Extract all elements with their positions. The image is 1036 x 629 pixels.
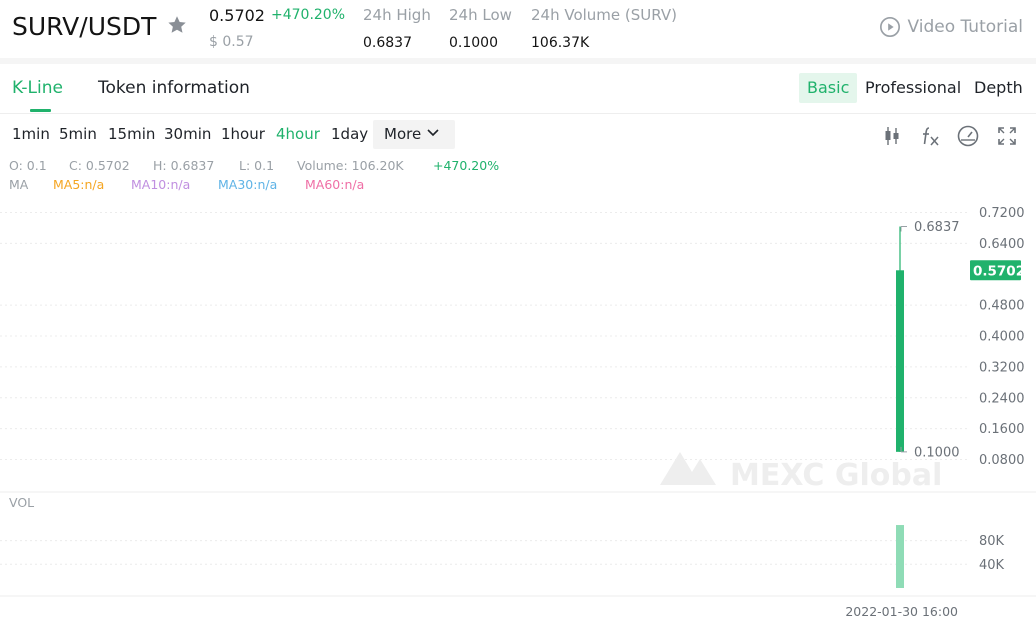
price-tick-label: 0.6400 (979, 237, 1025, 252)
interval-5min[interactable]: 5min (59, 125, 97, 143)
stat-value-volume: 106.37K (531, 35, 590, 51)
view-professional-button[interactable]: Professional (857, 73, 969, 103)
time-axis-label: 2022-01-30 16:00 (845, 604, 958, 619)
price-tick-label: 0.4000 (979, 330, 1025, 345)
watermark-text: MEXC Global (730, 458, 942, 493)
star-icon[interactable] (166, 14, 188, 36)
price-axis: 0.7200 0.6400 0.4800 0.4000 0.3200 0.2400 0.16… (979, 206, 1025, 468)
mexc-logo-icon (660, 452, 716, 485)
price-change: +470.20% (271, 7, 346, 23)
last-price: 0.5702 (209, 6, 265, 25)
stat-label-high: 24h High (363, 6, 431, 24)
ticker-header: SURV/USDT 0.5702 +470.20% $ 0.57 24h Hig… (0, 0, 1036, 58)
stat-label-volume: 24h Volume (SURV) (531, 6, 677, 24)
view-depth-button[interactable]: Depth (966, 73, 1031, 103)
tab-kline[interactable]: K-Line (12, 78, 63, 98)
volume-axis: 80K 40K (979, 534, 1005, 573)
interval-4hour[interactable]: 4hour (276, 125, 320, 143)
fullscreen-icon[interactable] (995, 124, 1019, 148)
view-basic-button[interactable]: Basic (799, 73, 858, 103)
low-marker-label: 0.1000 (914, 445, 960, 460)
interval-30min[interactable]: 30min (164, 125, 211, 143)
candlestick-icon[interactable] (880, 124, 904, 148)
video-tutorial-button[interactable]: Video Tutorial (879, 16, 1023, 38)
price-tick-label: 0.2400 (979, 391, 1025, 406)
stat-value-high: 0.6837 (363, 35, 412, 51)
price-tick-label: 0.0800 (979, 453, 1025, 468)
usd-price: $ 0.57 (209, 34, 254, 50)
watermark: MEXC Global (660, 452, 942, 493)
speedometer-icon[interactable] (956, 124, 980, 148)
volume-bars (896, 525, 904, 588)
volume-tick-label: 40K (979, 558, 1005, 573)
interval-15min[interactable]: 15min (108, 125, 155, 143)
chart-grid (0, 211, 970, 565)
tab-token-information[interactable]: Token information (98, 78, 250, 98)
more-intervals-button[interactable]: More (373, 120, 455, 149)
price-tick-label: 0.1600 (979, 422, 1025, 437)
function-icon[interactable] (918, 124, 942, 148)
high-marker-line (900, 225, 907, 232)
kline-chart[interactable]: MEXC Global VOL 0.7200 0.6400 0.4800 0.4000… (0, 155, 1036, 629)
stat-value-low: 0.1000 (449, 35, 498, 51)
interval-1min[interactable]: 1min (12, 125, 50, 143)
more-label: More (384, 125, 422, 143)
price-tick-label: 0.7200 (979, 206, 1025, 221)
volume-bar (896, 525, 904, 588)
chart-tabs: K-Line Token information Basic Professio… (0, 64, 1036, 114)
high-marker-label: 0.6837 (914, 220, 960, 235)
vol-label: VOL (9, 495, 34, 510)
pair-title: SURV/USDT (12, 12, 157, 41)
volume-tick-label: 80K (979, 534, 1005, 549)
interval-1hour[interactable]: 1hour (221, 125, 265, 143)
interval-1day[interactable]: 1day (331, 125, 368, 143)
price-tick-label: 0.3200 (979, 360, 1025, 375)
play-circle-icon (880, 17, 901, 37)
last-price-tag-label: 0.5702 (973, 263, 1025, 279)
stat-label-low: 24h Low (449, 6, 512, 24)
tab-active-indicator (30, 109, 51, 112)
price-tick-label: 0.4800 (979, 299, 1025, 314)
candle-body (896, 270, 904, 452)
chevron-down-icon (427, 129, 439, 137)
video-tutorial-label: Video Tutorial (907, 17, 1023, 37)
